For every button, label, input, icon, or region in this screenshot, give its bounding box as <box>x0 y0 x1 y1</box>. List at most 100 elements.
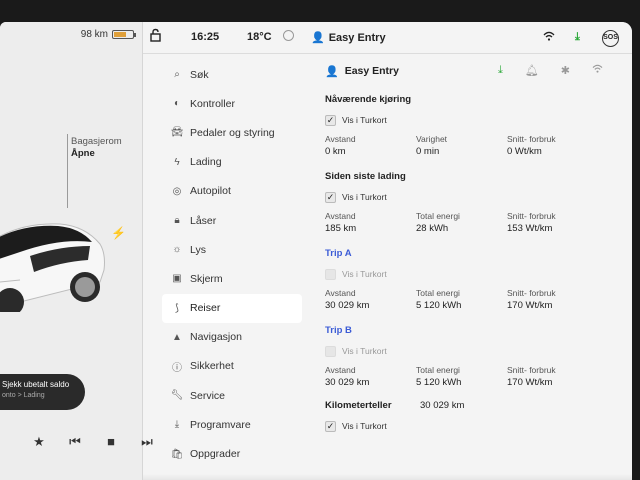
nav-item-reiser[interactable]: ⟆ Reiser <box>162 293 302 323</box>
lock-status-icon[interactable] <box>149 28 163 45</box>
checkbox-checked[interactable]: ✓ <box>325 191 336 203</box>
toggle-icon: ◐ <box>173 98 181 110</box>
nav-item-skjerm[interactable]: ▣ Skjerm <box>162 264 302 293</box>
nav-item-sikkerhet[interactable]: ⓘ Sikkerhet <box>162 352 302 381</box>
checkbox-checked[interactable]: ✓ <box>325 114 336 126</box>
charge-port-icon[interactable]: ⚡ <box>111 226 126 240</box>
odometer-row: Kilometerteller 30 029 km <box>325 400 625 411</box>
sos-button[interactable]: SOS <box>602 30 619 47</box>
light-icon: ☼ <box>172 244 182 256</box>
stat-label: Snitt- forbruk <box>507 134 556 144</box>
alert-title: Sjekk ubetalt saldo <box>2 380 70 389</box>
navigation-icon: ▲ <box>172 331 182 343</box>
nav-item-søk[interactable]: ⌕ Søk <box>162 60 302 89</box>
trips-icon: ⟆ <box>175 302 179 314</box>
wifi-icon[interactable] <box>543 31 555 44</box>
driver-profile-button[interactable]: 👤 Easy Entry <box>311 31 386 44</box>
odometer-value: 30 029 km <box>420 400 465 411</box>
person-icon: 👤 <box>311 32 325 44</box>
nav-item-label: Sikkerhet <box>190 360 234 373</box>
person-icon: 👤 <box>325 65 339 78</box>
bell-icon[interactable]: 🔔︎ <box>525 64 539 77</box>
stat-label: Avstand <box>325 211 356 221</box>
range-value: 98 km <box>80 29 108 40</box>
lock-icon: 🔒︎ <box>174 215 180 227</box>
nav-item-label: Autopilot <box>190 185 231 198</box>
profile-name: Easy Entry <box>328 32 386 44</box>
since-charge-stats: Avstand 185 km Total energi 28 kWh Snitt- … <box>325 211 625 234</box>
bottom-fade <box>143 474 632 480</box>
trip-a-stats: Avstand 30 029 km Total energi 5 120 kWh S… <box>325 288 625 311</box>
trunk-callout-line <box>67 134 68 208</box>
nav-item-programvare[interactable]: ⤓ Programvare <box>162 410 302 439</box>
avg-consumption-value: 153 Wt/km <box>507 223 553 234</box>
current-drive-title: Nåværende kjøring <box>325 94 412 105</box>
distance-value: 30 029 km <box>325 377 370 388</box>
checkbox-label: Vis i Turkort <box>342 192 387 202</box>
current-drive-stats: Avstand 0 km Varighet 0 min Snitt- forbruk… <box>325 134 625 157</box>
nav-item-autopilot[interactable]: ◎ Autopilot <box>162 177 302 206</box>
checkbox-unchecked[interactable] <box>325 268 336 280</box>
range-indicator: 98 km <box>80 29 136 40</box>
stat-label: Total energi <box>416 365 460 375</box>
nav-item-label: Søk <box>190 68 209 81</box>
distance-value: 0 km <box>325 146 346 157</box>
bluetooth-icon[interactable]: ✱ <box>561 64 570 77</box>
trip-a-reset-button[interactable]: Trip A <box>325 248 625 259</box>
settings-nav: ⌕ Søk ◐ Kontroller 🚘︎ Pedaler og styring ϟ Ladi… <box>162 60 302 469</box>
since-charge-title: Siden siste lading <box>325 171 406 182</box>
profile-quick-icons: ⤓ 🔔︎ ✱ <box>498 64 603 77</box>
outside-temperature: 18°C <box>247 31 272 43</box>
software-download-icon[interactable]: ⤓ <box>575 31 580 44</box>
nav-item-service[interactable]: 🔧︎ Service <box>162 381 302 410</box>
search-icon: ⌕ <box>174 69 180 81</box>
trunk-label: Bagasjerom <box>71 136 122 147</box>
nav-item-lys[interactable]: ☼ Lys <box>162 235 302 264</box>
favorite-star-icon[interactable]: ★ <box>30 434 48 450</box>
wifi-icon[interactable] <box>592 64 603 77</box>
status-bar: 16:25 18°C 👤 Easy Entry ⤓ SOS <box>143 22 632 54</box>
car-icon: 🚘︎ <box>170 127 184 139</box>
since-charge-show-toggle[interactable]: ✓ Vis i Turkort <box>325 191 625 203</box>
nav-item-navigasjon[interactable]: ▲ Navigasjon <box>162 323 302 352</box>
download-icon: ⤓ <box>174 419 180 431</box>
unpaid-balance-alert[interactable]: Sjekk ubetalt saldo onto > Lading <box>0 374 85 410</box>
nav-item-label: Lys <box>190 243 206 256</box>
stop-icon[interactable]: ■ <box>102 434 120 450</box>
nav-item-label: Skjerm <box>190 272 223 285</box>
current-drive-show-toggle[interactable]: ✓ Vis i Turkort <box>325 114 625 126</box>
nav-item-lading[interactable]: ϟ Lading <box>162 148 302 177</box>
trip-b-show-toggle[interactable]: Vis i Turkort <box>325 345 625 357</box>
battery-icon <box>112 30 136 39</box>
previous-track-icon[interactable]: ⏮ <box>66 434 84 450</box>
stat-label: Avstand <box>325 365 356 375</box>
nav-item-oppgrader[interactable]: 🛍︎ Oppgrader <box>162 439 302 468</box>
stat-label: Snitt- forbruk <box>507 211 556 221</box>
nav-item-label: Oppgrader <box>190 448 241 461</box>
checkbox-unchecked[interactable] <box>325 345 336 357</box>
nav-item-pedaler-og-styring[interactable]: 🚘︎ Pedaler og styring <box>162 118 302 147</box>
stat-label: Total energi <box>416 211 460 221</box>
odometer-label: Kilometerteller <box>325 400 392 411</box>
checkbox-label: Vis i Turkort <box>342 346 387 356</box>
avg-consumption-value: 170 Wt/km <box>507 377 553 388</box>
trip-a-show-toggle[interactable]: Vis i Turkort <box>325 268 625 280</box>
stat-label: Snitt- forbruk <box>507 365 556 375</box>
nav-item-kontroller[interactable]: ◐ Kontroller <box>162 89 302 118</box>
alert-subtitle: onto > Lading <box>2 392 45 399</box>
car-panel: 98 km Bagasjerom Åpne ⚡ Sjekk ubetalt sa… <box>0 22 153 480</box>
nav-item-label: Reiser <box>190 302 221 315</box>
download-icon[interactable]: ⤓ <box>498 64 503 77</box>
nav-item-label: Pedaler og styring <box>190 126 275 139</box>
odometer-show-toggle[interactable]: ✓ Vis i Turkort <box>325 420 625 432</box>
nav-item-låser[interactable]: 🔒︎ Låser <box>162 206 302 235</box>
trip-b-reset-button[interactable]: Trip B <box>325 325 625 336</box>
energy-value: 28 kWh <box>416 223 449 234</box>
nav-item-label: Programvare <box>190 418 251 431</box>
trunk-open-button[interactable]: Åpne <box>71 148 95 159</box>
checkbox-label: Vis i Turkort <box>342 115 387 125</box>
next-track-icon[interactable]: ⏭ <box>138 434 156 450</box>
checkbox-checked[interactable]: ✓ <box>325 420 336 432</box>
car-image <box>0 223 105 312</box>
nav-item-label: Kontroller <box>190 97 235 110</box>
